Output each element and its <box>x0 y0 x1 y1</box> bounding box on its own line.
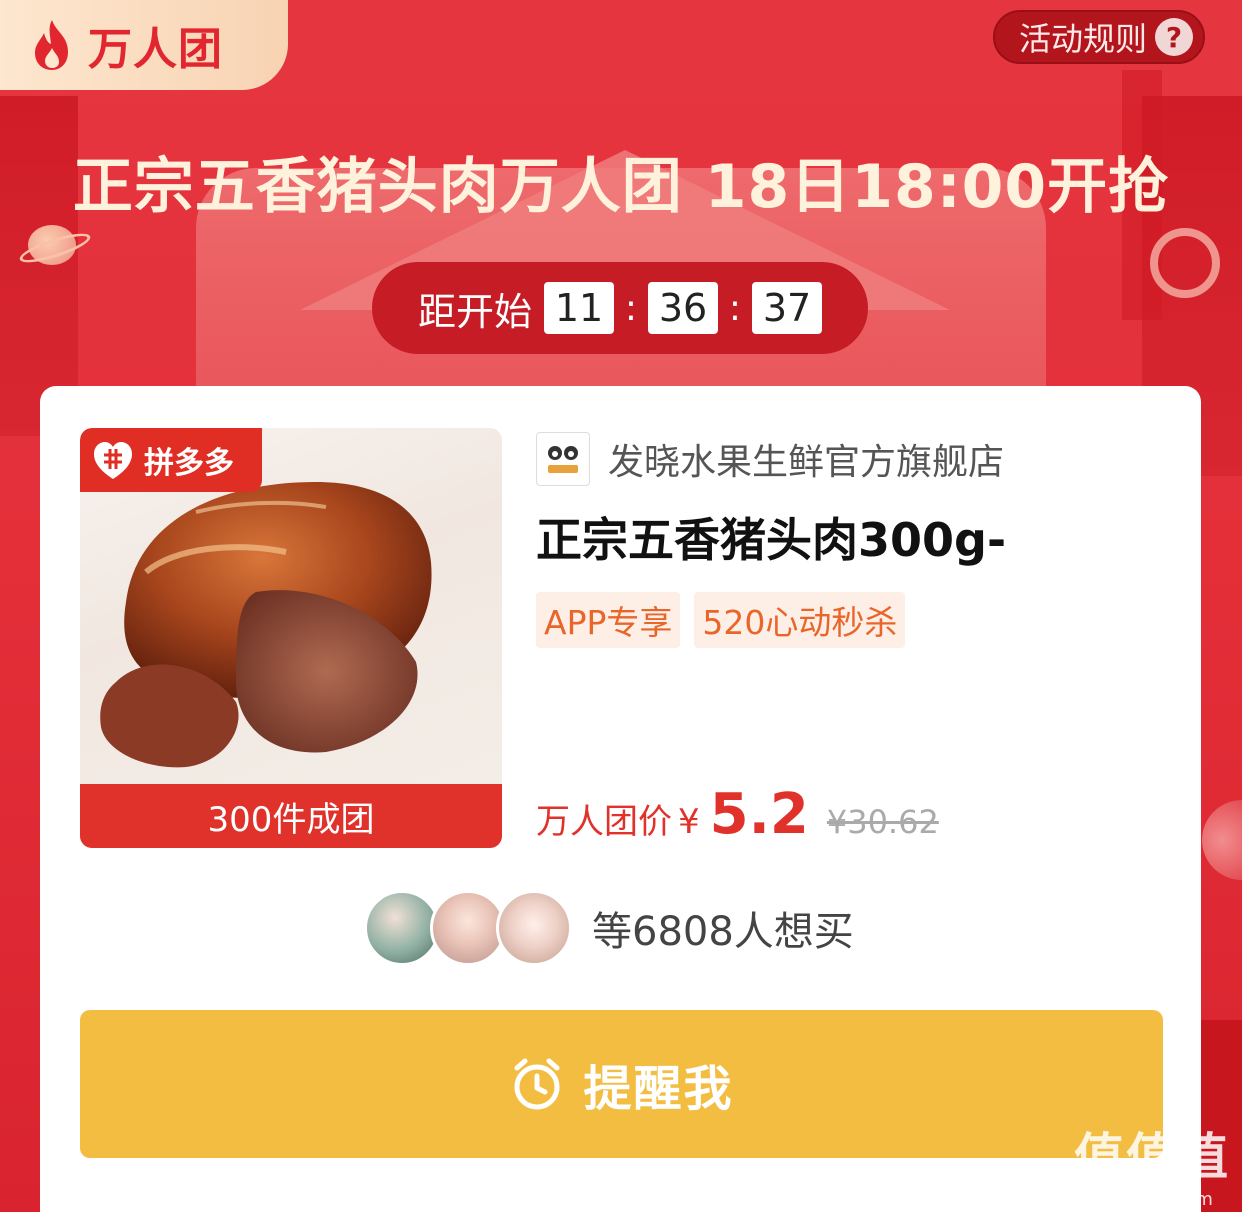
product-title[interactable]: 正宗五香猪头肉300g- <box>536 504 1006 570</box>
watermark-logo: 值值值 <box>1074 1128 1230 1186</box>
badge-label: 万人团 <box>88 24 223 75</box>
group-price: 5.2 <box>709 782 809 847</box>
remind-me-label: 提醒我 <box>583 1061 734 1117</box>
avatar <box>496 890 572 966</box>
original-price: ¥30.62 <box>826 803 939 841</box>
countdown-minutes: 36 <box>648 282 718 334</box>
site-watermark: 值值值 zhizhizhi.com <box>1074 1117 1230 1210</box>
countdown-separator: : <box>728 287 742 329</box>
question-icon: ? <box>1155 18 1193 56</box>
rose-decoration <box>1202 800 1242 880</box>
braised-pork-image <box>100 482 432 768</box>
remind-me-button[interactable]: 提醒我 <box>80 1010 1163 1158</box>
flame-icon <box>35 20 68 70</box>
activity-rules-button[interactable]: 活动规则 ? <box>993 10 1205 64</box>
pinduoduo-label: 拼多多 <box>144 446 234 481</box>
interested-buyers: 等6808人想买 <box>364 890 854 966</box>
activity-rules-label: 活动规则 <box>1018 20 1147 58</box>
tag-520-flash-sale: 520心动秒杀 <box>694 592 906 648</box>
product-tags: APP专享 520心动秒杀 <box>536 592 919 648</box>
countdown-timer: 距开始 11 : 36 : 37 <box>372 262 868 354</box>
avatar <box>430 890 506 966</box>
headphone-decoration <box>1150 228 1220 298</box>
countdown-separator: : <box>624 287 638 329</box>
shop-info[interactable]: 发晓水果生鲜官方旗舰店 <box>536 432 1004 486</box>
pinduoduo-tag: 拼多多 <box>80 428 262 492</box>
avatar <box>364 890 440 966</box>
wanrentuan-badge: 万人团 <box>0 0 288 90</box>
price-row: 万人团价 ¥ 5.2 ¥30.62 <box>536 782 939 847</box>
shop-logo-icon <box>536 432 590 486</box>
countdown-seconds: 37 <box>752 282 822 334</box>
shop-name: 发晓水果生鲜官方旗舰店 <box>608 442 1005 483</box>
page-headline: 正宗五香猪头肉万人团 18日18:00开抢 <box>72 152 1170 222</box>
planet-decoration <box>28 225 76 265</box>
countdown-hours: 11 <box>544 282 614 334</box>
product-image[interactable]: 拼多多 300件成团 <box>80 428 502 848</box>
watermark-url: zhizhizhi.com <box>1091 1189 1213 1210</box>
group-threshold-bar: 300件成团 <box>80 784 502 848</box>
price-label: 万人团价 <box>536 802 672 842</box>
countdown-label: 距开始 <box>417 289 532 334</box>
alarm-clock-icon <box>514 1058 560 1110</box>
buyers-count-text: 等6808人想买 <box>592 909 854 955</box>
pinduoduo-logo-icon <box>94 442 132 479</box>
tag-app-exclusive: APP专享 <box>536 592 681 648</box>
product-card: 拼多多 300件成团 发晓水果生鲜官方旗舰店 正宗五香猪头肉300g- APP专… <box>40 386 1201 1212</box>
currency-symbol: ¥ <box>678 802 700 842</box>
